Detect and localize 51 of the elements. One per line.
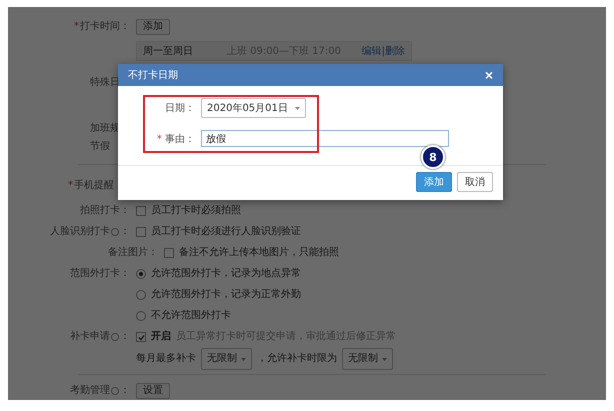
field-label: 人脸识别打卡: [50, 224, 110, 239]
reason-input[interactable]: 放假: [201, 130, 449, 147]
colon: ：: [120, 225, 130, 239]
caret-icon: [241, 358, 246, 360]
settings-button[interactable]: 设置: [136, 383, 170, 399]
toggle-label: 开启: [151, 329, 171, 344]
step-badge: 8: [421, 145, 445, 169]
field-label: 特殊日: [90, 77, 120, 88]
field-label: 节假: [90, 141, 110, 152]
checkbox[interactable]: [136, 206, 146, 216]
radio-button[interactable]: [136, 290, 146, 300]
radio-button[interactable]: [136, 269, 146, 279]
option-text: 允许范围外打卡，记录为正常外勤: [151, 288, 301, 302]
checkbox[interactable]: [164, 248, 174, 258]
checkbox[interactable]: [136, 227, 146, 237]
limit-label: 每月最多补卡: [136, 352, 196, 366]
option-text: 允许范围外打卡，记录为地点异常: [151, 266, 301, 281]
add-button[interactable]: 添加: [136, 19, 170, 35]
field-label: 范围外打卡：: [70, 266, 130, 281]
caret-icon: [382, 358, 387, 360]
dialog-title: 不打卡日期: [128, 68, 178, 82]
delete-link[interactable]: 删除: [385, 44, 405, 58]
schedule-days: 周一至周日: [143, 44, 227, 58]
edit-link[interactable]: 编辑: [362, 44, 382, 58]
field-label: 日期：: [164, 102, 195, 115]
separator: |: [382, 46, 385, 56]
add-button[interactable]: 添加: [416, 172, 452, 192]
checkbox[interactable]: [136, 332, 146, 342]
caret-icon: [294, 106, 300, 110]
required-mark: *: [74, 20, 79, 34]
field-label: * 事由：: [156, 132, 195, 146]
radio-button[interactable]: [136, 311, 146, 321]
period-label: ，允许补卡时限为: [257, 352, 337, 366]
colon: ：: [120, 330, 130, 344]
option-text: 备注不允许上传本地图片，只能拍照: [179, 246, 339, 260]
field-label: 打卡时间：: [80, 20, 130, 34]
limit-select[interactable]: 无限制: [201, 348, 252, 370]
required-mark: *: [68, 179, 73, 193]
field-label: 拍照打卡：: [80, 204, 130, 218]
colon: ：: [120, 384, 130, 398]
close-button[interactable]: ×: [484, 68, 493, 82]
option-text: 员工打卡时必须拍照: [151, 204, 241, 218]
option-text: 员工打卡时必须进行人脸识别验证: [151, 224, 301, 239]
field-label: 补卡申请: [70, 330, 110, 344]
cancel-button[interactable]: 取消: [457, 172, 493, 192]
field-label: 手机提醒: [74, 178, 114, 193]
option-text: 不允许范围外打卡: [151, 308, 231, 323]
field-label: 考勤管理: [70, 384, 110, 398]
field-label: 备注图片：: [108, 246, 158, 260]
date-select[interactable]: 2020年05月01日: [201, 98, 306, 118]
period-select[interactable]: 无限制: [342, 348, 393, 370]
